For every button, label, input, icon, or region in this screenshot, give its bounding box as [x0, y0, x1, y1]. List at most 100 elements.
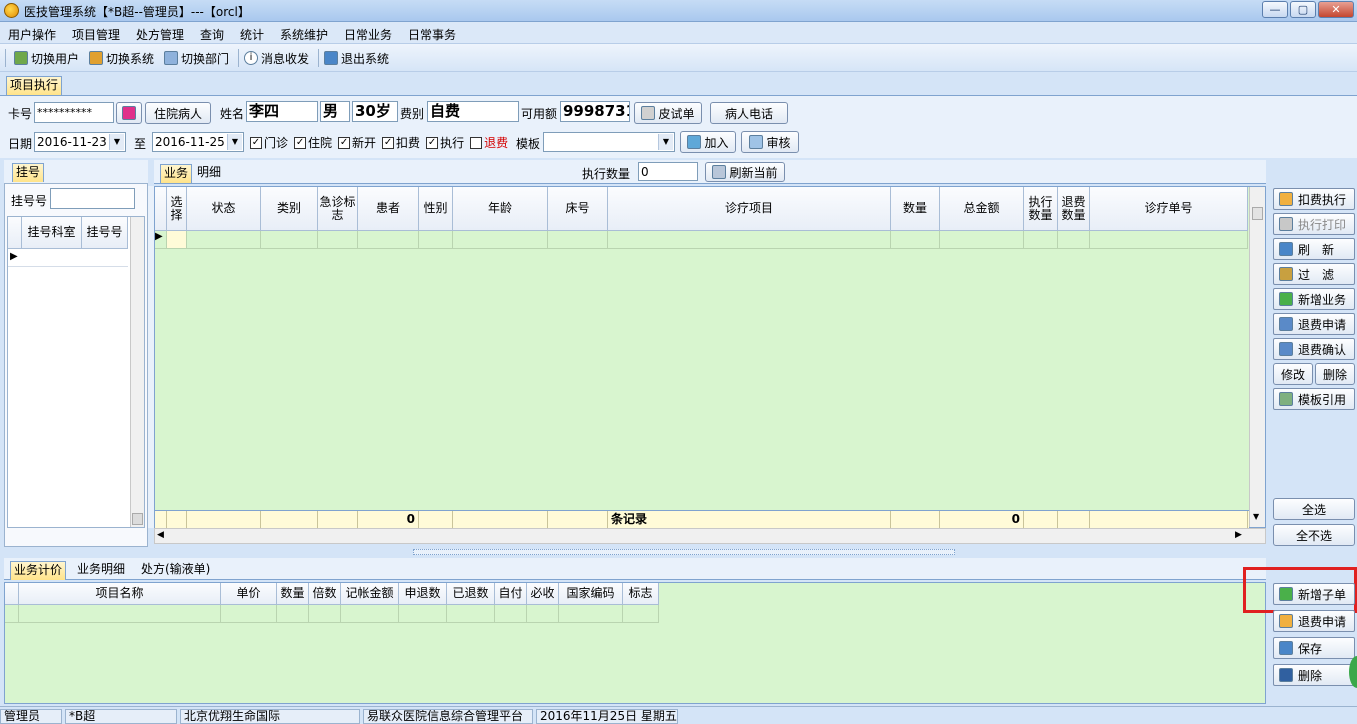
checkbox-box[interactable]: [470, 136, 483, 149]
business-vscrollbar[interactable]: ▼: [1249, 187, 1265, 527]
bottom-button-1[interactable]: 退费申请: [1273, 610, 1355, 632]
delete-small-button[interactable]: 删除: [1315, 363, 1355, 385]
checkbox-box[interactable]: ✓: [426, 136, 439, 149]
exit-system-button[interactable]: 退出系统: [324, 49, 389, 67]
side-button-3[interactable]: 过 滤: [1273, 263, 1355, 285]
select-none-button[interactable]: 全不选: [1273, 524, 1355, 546]
balance-field[interactable]: 9998731: [560, 101, 630, 122]
column-header[interactable]: 诊疗项目: [608, 187, 891, 231]
side-button-2[interactable]: 刷 新: [1273, 238, 1355, 260]
tab-prescription[interactable]: 处方(输液单): [138, 561, 213, 580]
menu-system-maintenance[interactable]: 系统维护: [280, 26, 328, 43]
column-header[interactable]: 必收: [527, 583, 559, 605]
menu-query[interactable]: 查询: [200, 26, 224, 43]
menu-daily-affairs[interactable]: 日常事务: [408, 26, 456, 43]
scroll-thumb[interactable]: [1252, 207, 1263, 220]
close-button[interactable]: ✕: [1318, 1, 1354, 18]
registration-vscrollbar[interactable]: [130, 217, 144, 527]
template-reference-button[interactable]: 模板引用: [1273, 388, 1355, 410]
menu-project-mgmt[interactable]: 项目管理: [72, 26, 120, 43]
column-header[interactable]: 申退数: [399, 583, 447, 605]
column-header[interactable]: 退费数量: [1058, 187, 1090, 231]
column-header[interactable]: 选择: [167, 187, 187, 231]
checkbox-0[interactable]: ✓ 门诊: [250, 134, 288, 151]
checkbox-1[interactable]: ✓ 住院: [294, 134, 332, 151]
tab-business-detail[interactable]: 业务明细: [74, 561, 128, 580]
column-header[interactable]: 总金额: [940, 187, 1024, 231]
checkbox-3[interactable]: ✓ 扣费: [382, 134, 420, 151]
column-header[interactable]: 倍数: [309, 583, 341, 605]
date-from-picker[interactable]: 2016-11-23 ▼: [34, 132, 126, 152]
column-header[interactable]: 单价: [221, 583, 277, 605]
date-to-picker[interactable]: 2016-11-25 ▼: [152, 132, 244, 152]
menu-statistics[interactable]: 统计: [240, 26, 264, 43]
tab-business[interactable]: 业务: [160, 164, 193, 183]
reg-no-field[interactable]: [50, 188, 135, 209]
column-header[interactable]: 床号: [548, 187, 608, 231]
column-header[interactable]: 自付: [495, 583, 527, 605]
exec-qty-field[interactable]: 0: [638, 162, 698, 181]
column-header[interactable]: 记帐金额: [341, 583, 399, 605]
tab-project-execution[interactable]: 项目执行: [6, 76, 63, 95]
checkbox-2[interactable]: ✓ 新开: [338, 134, 376, 151]
checkbox-4[interactable]: ✓ 执行: [426, 134, 464, 151]
checkbox-box[interactable]: ✓: [250, 136, 262, 149]
select-all-button[interactable]: 全选: [1273, 498, 1355, 520]
column-header[interactable]: 患者: [358, 187, 419, 231]
tab-detail[interactable]: 明细: [194, 164, 224, 183]
patient-sex-field[interactable]: 男: [320, 101, 350, 122]
side-button-4[interactable]: 新增业务: [1273, 288, 1355, 310]
column-header[interactable]: 状态: [187, 187, 261, 231]
fee-type-field[interactable]: 自费: [427, 101, 519, 122]
edit-button[interactable]: 修改: [1273, 363, 1313, 385]
switch-department-button[interactable]: 切换部门: [164, 49, 229, 67]
patient-age-field[interactable]: 30岁: [352, 101, 398, 122]
messages-button[interactable]: i 消息收发: [244, 49, 309, 67]
checkbox-box[interactable]: ✓: [382, 136, 395, 149]
side-button-1[interactable]: 执行打印: [1273, 213, 1355, 235]
bottom-button-3[interactable]: 删除: [1273, 664, 1355, 686]
tab-business-pricing[interactable]: 业务计价: [10, 561, 67, 580]
template-select[interactable]: ▼: [543, 132, 675, 152]
column-header[interactable]: 标志: [623, 583, 659, 605]
menu-user-ops[interactable]: 用户操作: [8, 26, 56, 43]
column-header[interactable]: 执行数量: [1024, 187, 1058, 231]
add-button[interactable]: 加入: [680, 131, 736, 153]
column-header[interactable]: 项目名称: [19, 583, 221, 605]
column-header[interactable]: 急诊标志: [318, 187, 358, 231]
menu-daily-business[interactable]: 日常业务: [344, 26, 392, 43]
side-button-5[interactable]: 退费申请: [1273, 313, 1355, 335]
column-header[interactable]: 性别: [419, 187, 453, 231]
table-row[interactable]: [5, 605, 665, 623]
patient-name-field[interactable]: 李四: [246, 101, 318, 122]
patient-phone-button[interactable]: 病人电话: [710, 102, 788, 124]
column-header[interactable]: 数量: [891, 187, 940, 231]
switch-system-button[interactable]: 切换系统: [89, 49, 154, 67]
checkbox-box[interactable]: ✓: [294, 136, 307, 149]
scroll-thumb[interactable]: [132, 513, 143, 525]
checkbox-5[interactable]: 退费: [470, 134, 508, 151]
bottom-button-2[interactable]: 保存: [1273, 637, 1355, 659]
column-header[interactable]: 数量: [277, 583, 309, 605]
side-button-6[interactable]: 退费确认: [1273, 338, 1355, 360]
bottom-button-0[interactable]: 新增子单: [1273, 583, 1355, 605]
checkbox-box[interactable]: ✓: [338, 136, 351, 149]
column-header[interactable]: 诊疗单号: [1090, 187, 1248, 231]
refresh-current-button[interactable]: 刷新当前: [705, 162, 785, 182]
col-reg-dept[interactable]: 挂号科室: [22, 217, 82, 249]
table-row[interactable]: ▶: [155, 231, 1249, 249]
switch-user-button[interactable]: 切换用户: [14, 49, 79, 67]
card-number-field[interactable]: **********: [34, 102, 114, 123]
column-header[interactable]: 已退数: [447, 583, 495, 605]
tab-registration[interactable]: 挂号: [12, 163, 45, 182]
menu-prescription-mgmt[interactable]: 处方管理: [136, 26, 184, 43]
maximize-button[interactable]: ▢: [1290, 1, 1316, 18]
column-header[interactable]: 类别: [261, 187, 318, 231]
column-header[interactable]: 国家编码: [559, 583, 623, 605]
table-row[interactable]: ▶: [8, 249, 128, 267]
test-sheet-button[interactable]: 皮试单: [634, 102, 702, 124]
column-header[interactable]: 年龄: [453, 187, 548, 231]
side-button-0[interactable]: 扣费执行: [1273, 188, 1355, 210]
table-cell[interactable]: [167, 231, 187, 249]
inpatient-button[interactable]: 住院病人: [145, 102, 211, 124]
